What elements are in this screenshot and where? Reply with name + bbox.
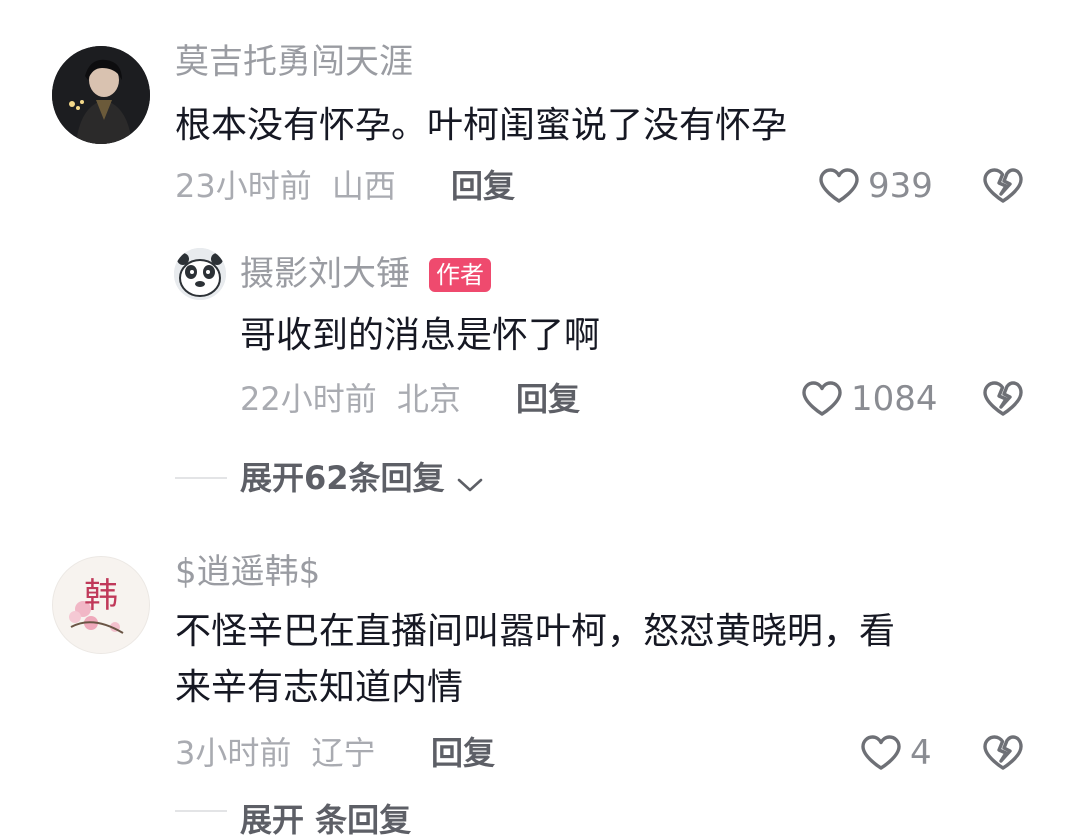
expand-divider	[175, 810, 227, 812]
reply-username[interactable]: 摄影刘大锤	[240, 254, 410, 294]
heart-icon	[802, 381, 842, 416]
dislike-icon[interactable]	[982, 733, 1024, 773]
expand-label: 展开62条回复	[240, 459, 445, 497]
avatar-image	[52, 46, 150, 144]
reply-avatar[interactable]	[174, 248, 226, 300]
chevron-down-icon	[457, 478, 482, 491]
comment-username[interactable]: $逍遥韩$	[175, 552, 320, 592]
comment-text: 根本没有怀孕。叶柯闺蜜说了没有怀孕	[175, 105, 788, 146]
comment-text-line: 不怪辛巴在直播间叫嚣叶柯，怒怼黄晓明，看	[175, 611, 896, 652]
heart-icon	[819, 168, 859, 203]
avatar[interactable]	[52, 46, 150, 144]
like-button[interactable]: 939	[818, 164, 938, 208]
expand-divider	[175, 477, 227, 479]
dislike-icon[interactable]	[982, 379, 1024, 419]
expand-replies-button[interactable]: 展开62条回复	[240, 458, 484, 498]
avatar-image	[174, 248, 226, 300]
location-label: 山西	[331, 167, 396, 205]
like-count: 4	[910, 733, 932, 773]
avatar-image: 韩	[53, 557, 149, 653]
comment-text-line: 来辛有志知道内情	[175, 667, 464, 708]
like-button[interactable]: 1084	[801, 377, 941, 421]
time-label: 22小时前	[240, 380, 377, 418]
location-label: 辽宁	[311, 734, 376, 772]
reply-button[interactable]: 回复	[431, 733, 495, 773]
reply-button[interactable]: 回复	[516, 379, 580, 419]
expand-replies-button[interactable]: 展开 条回复	[240, 800, 411, 840]
like-count: 1084	[851, 379, 938, 419]
like-count: 939	[868, 166, 933, 206]
like-button[interactable]: 4	[860, 731, 960, 775]
reply-button[interactable]: 回复	[451, 166, 515, 206]
reply-text: 哥收到的消息是怀了啊	[240, 315, 601, 356]
reply-time: 22小时前 北京	[240, 379, 461, 419]
avatar[interactable]: 韩	[52, 556, 150, 654]
heart-icon	[861, 735, 901, 770]
time-label: 23小时前	[175, 167, 312, 205]
dislike-icon[interactable]	[982, 166, 1024, 206]
comment-time: 23小时前 山西	[175, 166, 396, 206]
location-label: 北京	[396, 380, 461, 418]
author-badge: 作者	[429, 258, 491, 292]
comment-text: 不怪辛巴在直播间叫嚣叶柯，怒怼黄晓明，看 来辛有志知道内情	[175, 604, 895, 716]
avatar-char: 韩	[84, 576, 118, 616]
comment-time: 3小时前 辽宁	[175, 733, 376, 773]
time-label: 3小时前	[175, 734, 292, 772]
comment-username[interactable]: 莫吉托勇闯天涯	[175, 42, 413, 82]
